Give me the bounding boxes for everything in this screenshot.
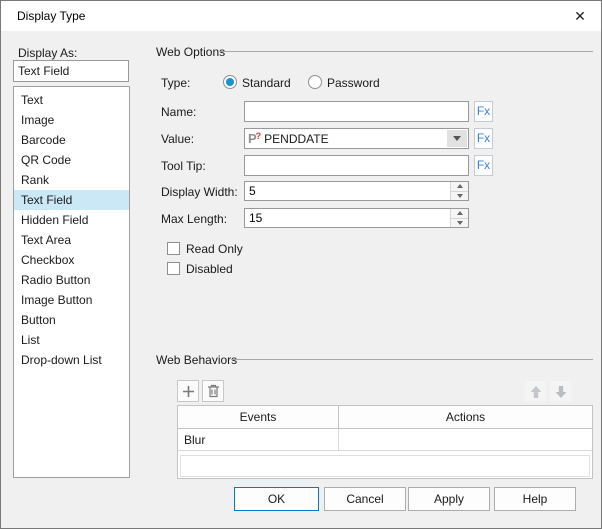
trash-icon: [207, 384, 219, 398]
max-length-stepper[interactable]: [244, 208, 469, 228]
spin-up-icon[interactable]: [451, 209, 468, 218]
parameter-icon: P?: [248, 131, 262, 146]
help-button[interactable]: Help: [494, 487, 576, 511]
list-item[interactable]: Image Button: [14, 290, 129, 310]
value-combobox[interactable]: P? PENDDATE: [244, 128, 469, 149]
display-width-label: Display Width:: [161, 185, 238, 199]
action-cell[interactable]: [339, 429, 592, 450]
list-item[interactable]: Image: [14, 110, 129, 130]
name-field[interactable]: [244, 101, 469, 122]
actions-column-header: Actions: [445, 410, 486, 424]
ok-button[interactable]: OK: [234, 487, 319, 511]
list-item[interactable]: Text Field: [14, 190, 129, 210]
events-column-header: Events: [178, 406, 339, 428]
list-item[interactable]: Rank: [14, 170, 129, 190]
list-item[interactable]: Button: [14, 310, 129, 330]
display-width-field[interactable]: [245, 182, 448, 200]
spin-up-icon[interactable]: [451, 182, 468, 191]
standard-radio[interactable]: [223, 75, 237, 89]
value-label: Value:: [161, 132, 195, 146]
display-as-field[interactable]: [13, 60, 129, 82]
web-behaviors-divider: [231, 359, 593, 360]
close-icon[interactable]: ✕: [568, 5, 592, 27]
read-only-label: Read Only: [186, 242, 243, 256]
read-only-checkbox[interactable]: [167, 242, 180, 255]
type-label: Type:: [161, 76, 191, 90]
list-item[interactable]: List: [14, 330, 129, 350]
behaviors-table: Events Actions Blur: [177, 405, 593, 479]
display-type-dialog: Display Type ✕ Display As: TextImageBarc…: [0, 0, 602, 529]
display-as-label: Display As:: [18, 46, 78, 60]
standard-radio-label: Standard: [242, 76, 291, 90]
value-formula-button[interactable]: Fx: [474, 128, 493, 149]
tooltip-label: Tool Tip:: [161, 159, 206, 173]
password-radio-label: Password: [327, 76, 380, 90]
value-selected-option: PENDDATE: [264, 131, 329, 146]
list-item[interactable]: Radio Button: [14, 270, 129, 290]
cancel-button[interactable]: Cancel: [324, 487, 406, 511]
web-options-divider: [219, 51, 593, 52]
dialog-title: Display Type: [17, 9, 86, 23]
behaviors-table-header: Events Actions: [178, 406, 592, 429]
delete-behavior-button[interactable]: [202, 380, 224, 402]
password-radio[interactable]: [308, 75, 322, 89]
list-item[interactable]: Text Area: [14, 230, 129, 250]
list-item[interactable]: Text: [14, 90, 129, 110]
disabled-label: Disabled: [186, 262, 233, 276]
list-item[interactable]: Drop-down List: [14, 350, 129, 370]
apply-button[interactable]: Apply: [408, 487, 490, 511]
max-length-label: Max Length:: [161, 212, 228, 226]
web-options-group-label: Web Options: [156, 45, 226, 59]
disabled-checkbox[interactable]: [167, 262, 180, 275]
title-bar: Display Type ✕: [1, 1, 601, 31]
name-formula-button[interactable]: Fx: [474, 101, 493, 122]
spin-down-icon[interactable]: [451, 190, 468, 200]
arrow-down-icon: [555, 385, 566, 398]
chevron-down-icon[interactable]: [447, 130, 467, 147]
max-length-field[interactable]: [245, 209, 448, 227]
move-up-button[interactable]: [525, 381, 546, 402]
list-item[interactable]: Barcode: [14, 130, 129, 150]
behaviors-table-body: Blur: [178, 429, 592, 451]
name-label: Name:: [161, 105, 197, 119]
display-as-list[interactable]: Text Image Barcode QR Code Rank Text Field Hid…: [13, 86, 130, 478]
behaviors-empty-row[interactable]: [180, 455, 590, 477]
move-down-button[interactable]: [550, 381, 571, 402]
tooltip-formula-button[interactable]: Fx: [474, 155, 493, 176]
table-row[interactable]: Blur: [178, 429, 592, 451]
spin-down-icon[interactable]: [451, 217, 468, 227]
plus-icon: [182, 385, 194, 397]
arrow-up-icon: [530, 385, 541, 398]
display-width-stepper[interactable]: [244, 181, 469, 201]
web-behaviors-group-label: Web Behaviors: [156, 353, 238, 367]
list-item[interactable]: Checkbox: [14, 250, 129, 270]
add-behavior-button[interactable]: [177, 380, 199, 402]
list-item[interactable]: QR Code: [14, 150, 129, 170]
tooltip-field[interactable]: [244, 155, 469, 176]
list-item[interactable]: Hidden Field: [14, 210, 129, 230]
event-cell[interactable]: Blur: [178, 429, 339, 450]
